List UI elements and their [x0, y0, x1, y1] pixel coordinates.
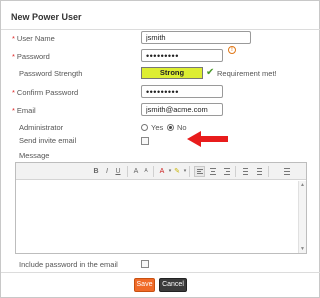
email-input[interactable] [141, 103, 223, 116]
confirm-password-input[interactable] [141, 85, 223, 98]
font-color-button[interactable]: A [158, 166, 166, 177]
scroll-up-icon[interactable]: ▲ [300, 182, 305, 188]
required-mark: * [12, 34, 15, 43]
user-name-input[interactable] [141, 31, 251, 44]
password-strength-label: Password Strength [19, 69, 83, 78]
password-label-text: Password [16, 52, 50, 61]
title-divider [1, 29, 320, 30]
footer-divider [1, 272, 320, 273]
message-label: Message [19, 151, 50, 160]
font-size-button[interactable]: A [132, 166, 140, 177]
highlight-icon[interactable]: ✎ [173, 166, 181, 177]
new-power-user-dialog: New Power User *User Name *Password ! Pa… [0, 0, 320, 298]
user-name-label: * User Name [12, 34, 55, 43]
password-input[interactable] [141, 49, 223, 62]
toolbar-separator [268, 166, 269, 177]
administrator-yes-label: Yes [151, 123, 164, 132]
include-password-label: Include password in the email [19, 260, 118, 269]
toolbar-separator [153, 166, 154, 177]
numbered-list-icon[interactable] [239, 166, 250, 177]
password-strength-meter: Strong [141, 67, 203, 79]
requirement-met-text: Requirement met! [217, 69, 277, 78]
administrator-label: Administrator [19, 123, 64, 132]
send-invite-checkbox[interactable] [141, 137, 149, 145]
cancel-button[interactable]: Cancel [159, 278, 187, 292]
send-invite-label: Send invite email [19, 136, 77, 145]
underline-button[interactable]: U [114, 166, 122, 177]
align-left-icon[interactable] [194, 166, 205, 177]
administrator-no-label: No [177, 123, 187, 132]
required-mark: * [12, 88, 15, 97]
email-label-text: Email [16, 106, 36, 115]
source-code-icon[interactable] [282, 166, 293, 177]
include-password-checkbox[interactable] [141, 260, 149, 268]
editor-toolbar: B I U A A A ▾ ✎ ▾ [16, 163, 306, 180]
shrink-font-icon[interactable]: A [142, 166, 150, 177]
password-hint-icon[interactable]: ! [228, 46, 236, 54]
message-editor[interactable]: B I U A A A ▾ ✎ ▾ ▲ ▼ [15, 162, 307, 254]
confirm-password-label: * Confirm Password [12, 88, 78, 97]
toolbar-separator [235, 166, 236, 177]
email-label: * Email [12, 106, 36, 115]
toolbar-separator [127, 166, 128, 177]
administrator-no-radio[interactable] [167, 124, 174, 131]
red-arrow-annotation [187, 131, 228, 147]
bullet-list-icon[interactable] [253, 166, 264, 177]
administrator-yes-radio[interactable] [141, 124, 148, 131]
dialog-title: New Power User [11, 12, 82, 22]
italic-button[interactable]: I [103, 166, 111, 177]
align-center-icon[interactable] [208, 166, 219, 177]
scroll-down-icon[interactable]: ▼ [300, 246, 305, 252]
save-button[interactable]: Save [134, 278, 155, 292]
required-mark: * [12, 106, 15, 115]
editor-scrollbar[interactable]: ▲ ▼ [298, 181, 306, 253]
checkmark-icon: ✔ [206, 67, 215, 78]
password-label: * Password [12, 52, 50, 61]
chevron-down-icon[interactable]: ▾ [181, 166, 189, 177]
toolbar-separator [189, 166, 190, 177]
align-right-icon[interactable] [221, 166, 232, 177]
confirm-password-label-text: Confirm Password [16, 88, 79, 97]
required-mark: * [12, 52, 15, 61]
user-name-label-text: User Name [16, 34, 55, 43]
bold-button[interactable]: B [92, 166, 100, 177]
